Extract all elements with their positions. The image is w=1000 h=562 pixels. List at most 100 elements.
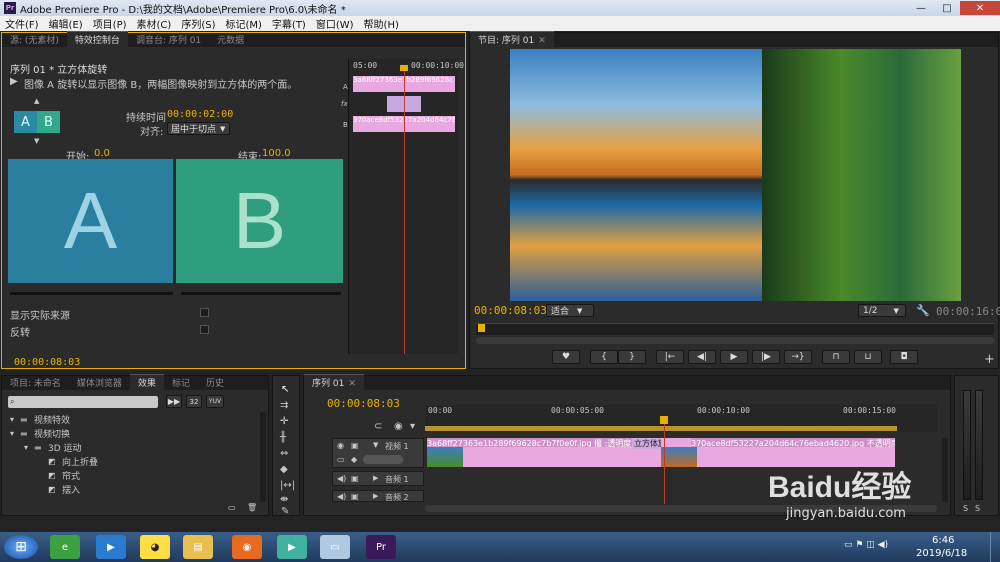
browser-icon[interactable]: e — [50, 535, 80, 559]
export-frame-button[interactable]: ◘ — [890, 350, 918, 364]
pen-tool-icon[interactable]: ✎ — [281, 506, 289, 517]
play-transition-icon[interactable]: ▶ — [10, 76, 18, 87]
new-folder-icon[interactable]: ▭ — [228, 503, 236, 512]
tab-media-browser[interactable]: 媒体浏览器 — [69, 375, 130, 390]
step-forward-button[interactable]: |▶ — [752, 350, 780, 364]
effects-search-input[interactable] — [14, 397, 145, 407]
solo-right-button[interactable]: S — [975, 504, 980, 513]
program-scrubber[interactable] — [476, 323, 994, 335]
rate-stretch-tool-icon[interactable]: ⇔ — [280, 448, 288, 459]
yuv-filter-button[interactable]: YUV — [206, 395, 224, 408]
extract-button[interactable]: ⊔ — [854, 350, 882, 364]
explorer-icon[interactable]: ▤ — [183, 535, 213, 559]
menu-clip[interactable]: 素材(C) — [132, 16, 177, 31]
menu-sequence[interactable]: 序列(S) — [176, 16, 220, 31]
tab-metadata[interactable]: 元数据 — [209, 32, 252, 47]
slip-tool-icon[interactable]: |↔| — [280, 480, 295, 491]
add-marker-icon[interactable]: ◉ — [394, 421, 403, 432]
ripple-edit-tool-icon[interactable]: ✛ — [280, 416, 288, 427]
expand-track-icon[interactable]: ▶ — [373, 492, 378, 500]
fit-dropdown[interactable]: 适合 ▼ — [546, 304, 594, 317]
marker-button[interactable]: ♥ — [552, 350, 580, 364]
program-zoom-bar[interactable] — [476, 337, 994, 344]
menu-project[interactable]: 项目(P) — [88, 16, 132, 31]
tab-history[interactable]: 历史 — [198, 375, 232, 390]
minimize-button[interactable]: — — [908, 1, 934, 15]
end-slider[interactable] — [181, 292, 341, 295]
tab-effects[interactable]: 效果 — [129, 374, 164, 390]
premiere-icon[interactable]: Pr — [366, 535, 396, 559]
effects-tree-item[interactable]: ◩ 帘式 — [6, 468, 256, 482]
accelerated-filter-icon[interactable]: ▶▶ — [166, 395, 182, 408]
lock-icon[interactable]: ▣ — [351, 441, 359, 450]
app-icon[interactable]: ▶ — [277, 535, 307, 559]
tab-effect-controls[interactable]: 特效控制台 — [66, 31, 128, 47]
menu-window[interactable]: 窗口(W) — [311, 16, 359, 31]
in-point-button[interactable]: { — [590, 350, 618, 364]
close-button[interactable]: ✕ — [960, 1, 1000, 15]
expand-track-icon[interactable]: ▶ — [373, 474, 378, 482]
tab-source[interactable]: 源: (无素材) — [2, 32, 67, 47]
step-back-button[interactable]: ◀| — [688, 350, 716, 364]
speaker-icon[interactable]: ◀) — [337, 492, 346, 501]
timeline-playhead-line[interactable] — [664, 424, 665, 504]
effects-tree-item[interactable]: ◩ 向上折叠 — [6, 454, 256, 468]
snap-icon[interactable]: ⊂ — [374, 421, 382, 432]
slide-tool-icon[interactable]: ⇼ — [280, 494, 288, 505]
work-area-bar[interactable] — [425, 426, 897, 431]
lock-icon[interactable]: ▣ — [351, 474, 359, 483]
effects-scrollbar[interactable] — [260, 412, 266, 502]
tab-program[interactable]: 节目: 序列 01 ✕ — [470, 31, 554, 47]
timeline-ruler[interactable]: 00:00 00:00:05:00 00:00:10:00 00:00:15:0… — [425, 404, 937, 432]
resolution-dropdown[interactable]: 1/2 ▼ — [858, 304, 906, 317]
reverse-checkbox[interactable] — [200, 325, 209, 334]
set-marker-icon[interactable]: ▾ — [410, 421, 415, 432]
timeline-timecode[interactable]: 00:00:08:03 — [327, 397, 400, 410]
selection-tool-icon[interactable]: ↖ — [281, 384, 289, 395]
lift-button[interactable]: ⊓ — [822, 350, 850, 364]
eye-icon[interactable]: ◉ — [337, 441, 344, 450]
keyframe-nav[interactable] — [363, 455, 403, 464]
lock-icon[interactable]: ▣ — [351, 492, 359, 501]
maximize-button[interactable]: □ — [934, 1, 960, 15]
window-icon[interactable]: ▭ — [320, 535, 350, 559]
effect-current-time[interactable]: 00:00:08:03 — [14, 357, 80, 368]
play-button[interactable]: ▶ — [720, 350, 748, 364]
mini-playhead[interactable] — [404, 67, 405, 354]
start-button[interactable]: ⊞ — [4, 535, 38, 559]
keyframe-icon[interactable]: ◆ — [351, 455, 357, 464]
align-dropdown[interactable]: 居中于切点 ▼ — [167, 122, 230, 135]
effects-tree-item[interactable]: ▾ ▬ 视频切换 — [6, 426, 256, 440]
effects-tree-item[interactable]: ▾ ▬ 3D 运动 — [6, 440, 256, 454]
razor-tool-icon[interactable]: ◆ — [280, 464, 288, 475]
show-desktop-button[interactable] — [990, 532, 1000, 562]
show-actual-sources-checkbox[interactable] — [200, 308, 209, 317]
wrench-icon[interactable]: 🔧 — [916, 304, 930, 317]
video-clip-1[interactable]: 3a68ff27363e1b289f69628c7b7f0e0f.jpg 撮 :… — [427, 438, 661, 467]
program-timecode[interactable]: 00:00:08:03 — [474, 304, 547, 317]
track-select-tool-icon[interactable]: ⇉ — [280, 400, 288, 411]
menu-file[interactable]: 文件(F) — [0, 16, 44, 31]
end-value[interactable]: 100.0 — [262, 148, 291, 159]
expand-track-icon[interactable]: ▼ — [373, 441, 378, 449]
effects-tree-item[interactable]: ◩ 摆入 — [6, 482, 256, 496]
close-icon[interactable]: ✕ — [348, 379, 356, 389]
duration-value[interactable]: 00:00:02:00 — [167, 109, 233, 120]
close-icon[interactable]: ✕ — [538, 36, 546, 46]
media-icon[interactable]: ▶ — [96, 535, 126, 559]
tab-project[interactable]: 项目: 未命名 — [2, 375, 69, 390]
start-slider[interactable] — [10, 292, 173, 295]
effects-tree-item[interactable]: ▾ ▬ 视频特效 — [6, 412, 256, 426]
menu-edit[interactable]: 编辑(E) — [44, 16, 88, 31]
rolling-edit-tool-icon[interactable]: ╫ — [280, 432, 286, 443]
delete-icon[interactable]: 🗑 — [247, 503, 257, 512]
qq-icon[interactable]: ◕ — [140, 535, 170, 559]
effects-search[interactable]: ⌕ — [8, 396, 158, 408]
32bit-filter-button[interactable]: 32 — [186, 395, 202, 408]
tab-sequence[interactable]: 序列 01 ✕ — [304, 374, 364, 390]
out-point-button[interactable]: } — [618, 350, 646, 364]
start-value[interactable]: 0.0 — [94, 148, 110, 159]
speaker-icon[interactable]: ◀) — [337, 474, 346, 483]
go-to-out-button[interactable]: →} — [784, 350, 812, 364]
go-to-in-button[interactable]: |← — [656, 350, 684, 364]
